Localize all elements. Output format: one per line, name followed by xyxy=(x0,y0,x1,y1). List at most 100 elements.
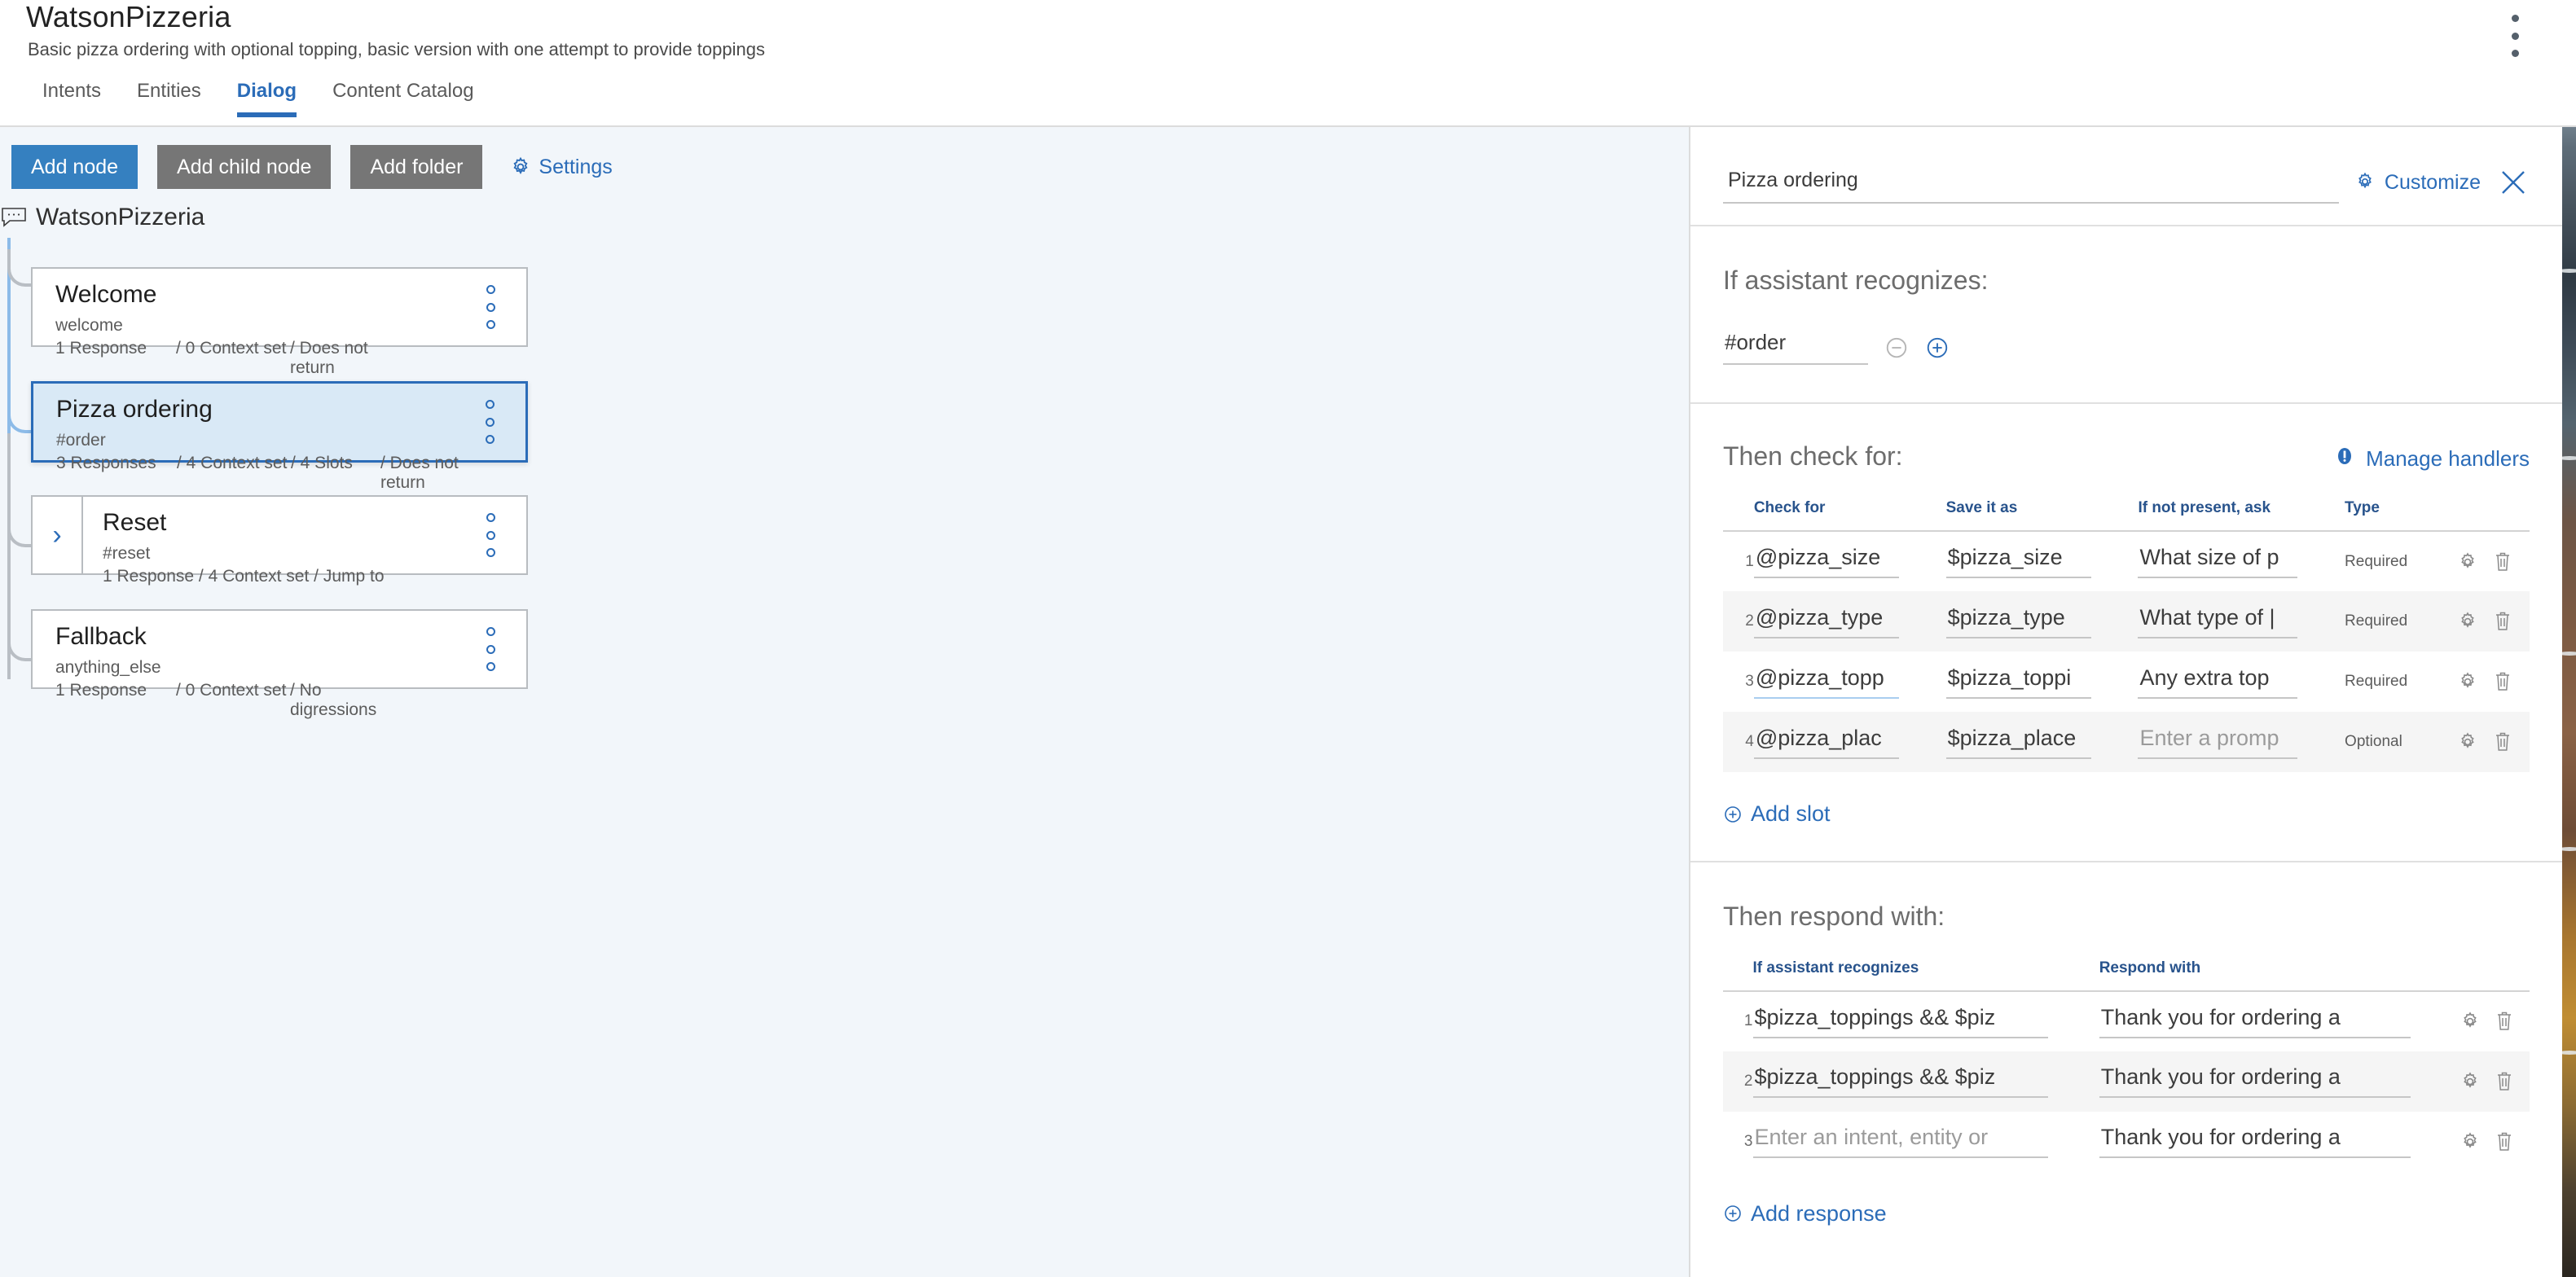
close-icon[interactable] xyxy=(2497,166,2530,199)
table-row[interactable]: 1 Required xyxy=(1723,531,2530,591)
node-title-input[interactable] xyxy=(1723,169,2339,204)
tree-node-kebab-icon[interactable] xyxy=(484,627,497,671)
slot-prompt-input[interactable] xyxy=(2138,726,2297,759)
gear-icon[interactable] xyxy=(2460,1011,2495,1032)
trash-icon[interactable] xyxy=(2495,1070,2530,1093)
tab-intents[interactable]: Intents xyxy=(24,75,119,117)
slot-save-as-input[interactable] xyxy=(1946,545,2091,578)
tree-root-label: WatsonPizzeria xyxy=(36,204,204,231)
table-row[interactable]: 2 Required xyxy=(1723,591,2530,652)
tree-node-condition: anything_else xyxy=(55,658,526,678)
slot-type-label: Required xyxy=(2345,531,2457,591)
response-condition-input[interactable] xyxy=(1753,1005,2048,1038)
response-delete-cell xyxy=(2495,991,2530,1051)
tree-root[interactable]: WatsonPizzeria xyxy=(0,204,204,231)
response-text-cell xyxy=(2099,991,2460,1051)
slot-prompt-cell xyxy=(2138,591,2345,652)
response-row-number: 3 xyxy=(1723,1112,1753,1172)
tree-node-pizza-ordering[interactable]: Pizza ordering #order 3 Responses / 4 Co… xyxy=(31,381,528,463)
slot-type-label: Optional xyxy=(2345,712,2457,772)
table-row[interactable]: 2 xyxy=(1723,1051,2530,1112)
slot-prompt-input[interactable] xyxy=(2138,605,2297,638)
gear-icon xyxy=(510,156,531,178)
add-folder-button[interactable]: Add folder xyxy=(350,145,482,189)
slot-delete-cell xyxy=(2493,652,2530,712)
add-slot-button[interactable]: Add slot xyxy=(1723,801,1831,827)
plus-circle-icon[interactable] xyxy=(1925,336,1950,360)
trash-icon[interactable] xyxy=(2493,731,2530,753)
slots-th-type: Type xyxy=(2345,499,2457,531)
recognizes-condition-input[interactable] xyxy=(1723,330,1868,365)
customize-label: Customize xyxy=(2385,171,2481,195)
tab-content-catalog[interactable]: Content Catalog xyxy=(314,75,491,117)
gear-icon[interactable] xyxy=(2457,671,2493,692)
trash-icon[interactable] xyxy=(2493,610,2530,633)
slots-th-delete xyxy=(2493,499,2530,531)
gear-icon[interactable] xyxy=(2457,551,2493,573)
response-text-input[interactable] xyxy=(2099,1005,2411,1038)
tree-node-fallback[interactable]: Fallback anything_else 1 Response / 0 Co… xyxy=(31,609,528,689)
tree-node-meta-summary: 1 Response / 4 Context set / Jump to xyxy=(103,567,385,586)
slot-check-for-input[interactable] xyxy=(1754,545,1899,578)
slot-save-as-input[interactable] xyxy=(1946,605,2091,638)
slots-th-check-for: Check for xyxy=(1754,499,1946,531)
slot-save-as-input[interactable] xyxy=(1946,726,2091,759)
slot-type-label: Required xyxy=(2345,652,2457,712)
response-text-cell xyxy=(2099,1051,2460,1112)
slot-settings-cell xyxy=(2457,712,2493,772)
trash-icon[interactable] xyxy=(2493,551,2530,573)
response-text-cell xyxy=(2099,1112,2460,1172)
chevron-right-icon[interactable]: › xyxy=(33,497,83,573)
responses-th-settings xyxy=(2460,959,2495,991)
trash-icon[interactable] xyxy=(2493,670,2530,693)
gear-icon[interactable] xyxy=(2457,731,2493,753)
manage-handlers-button[interactable]: Manage handlers xyxy=(2335,441,2530,472)
kebab-menu-icon[interactable] xyxy=(2504,15,2525,57)
trash-icon[interactable] xyxy=(2495,1010,2530,1033)
response-text-input[interactable] xyxy=(2099,1064,2411,1098)
add-child-node-button[interactable]: Add child node xyxy=(157,145,331,189)
slot-save-as-cell xyxy=(1946,712,2139,772)
table-row[interactable]: 4 Optional xyxy=(1723,712,2530,772)
slot-prompt-cell xyxy=(2138,712,2345,772)
customize-button[interactable]: Customize xyxy=(2355,171,2481,195)
response-text-input[interactable] xyxy=(2099,1125,2411,1158)
response-condition-cell xyxy=(1753,1051,2099,1112)
tree-node-meta-digressions: / No digressions xyxy=(290,681,412,719)
slot-save-as-input[interactable] xyxy=(1946,665,2091,699)
tree-node-condition: #reset xyxy=(103,544,526,564)
page-title: WatsonPizzeria xyxy=(26,0,231,34)
tree-node-welcome[interactable]: Welcome welcome 1 Response / 0 Context s… xyxy=(31,267,528,347)
tree-node-kebab-icon[interactable] xyxy=(483,400,496,444)
slot-check-for-input[interactable] xyxy=(1754,726,1899,759)
add-node-button[interactable]: Add node xyxy=(11,145,138,189)
slot-settings-cell xyxy=(2457,591,2493,652)
response-condition-input[interactable] xyxy=(1753,1125,2048,1158)
tree-node-meta-responses: 1 Response xyxy=(55,681,176,719)
response-condition-input[interactable] xyxy=(1753,1064,2048,1098)
slot-prompt-input[interactable] xyxy=(2138,665,2297,699)
tree-node-kebab-icon[interactable] xyxy=(484,513,497,557)
add-response-button[interactable]: Add response xyxy=(1723,1201,1887,1227)
minus-circle-icon[interactable] xyxy=(1884,336,1909,360)
gear-icon[interactable] xyxy=(2457,611,2493,632)
slot-prompt-input[interactable] xyxy=(2138,545,2297,578)
response-settings-cell xyxy=(2460,991,2495,1051)
slot-row-number: 4 xyxy=(1723,712,1754,772)
slots-table: Check for Save it as If not present, ask… xyxy=(1723,499,2530,772)
tab-entities[interactable]: Entities xyxy=(119,75,219,117)
gear-icon[interactable] xyxy=(2460,1131,2495,1152)
table-row[interactable]: 3 Required xyxy=(1723,652,2530,712)
settings-button[interactable]: Settings xyxy=(510,156,612,179)
tab-dialog[interactable]: Dialog xyxy=(219,75,314,117)
tree-node-meta-responses: 3 Responses xyxy=(56,454,177,492)
trash-icon[interactable] xyxy=(2495,1130,2530,1153)
tree-node-reset[interactable]: › Reset #reset 1 Response / 4 Context se… xyxy=(31,495,528,575)
gear-icon[interactable] xyxy=(2460,1071,2495,1092)
table-row[interactable]: 3 xyxy=(1723,1112,2530,1172)
responses-th-respond: Respond with xyxy=(2099,959,2460,991)
slot-check-for-input[interactable] xyxy=(1754,605,1899,638)
slot-check-for-input[interactable] xyxy=(1754,665,1899,699)
tree-node-kebab-icon[interactable] xyxy=(484,285,497,329)
table-row[interactable]: 1 xyxy=(1723,991,2530,1051)
